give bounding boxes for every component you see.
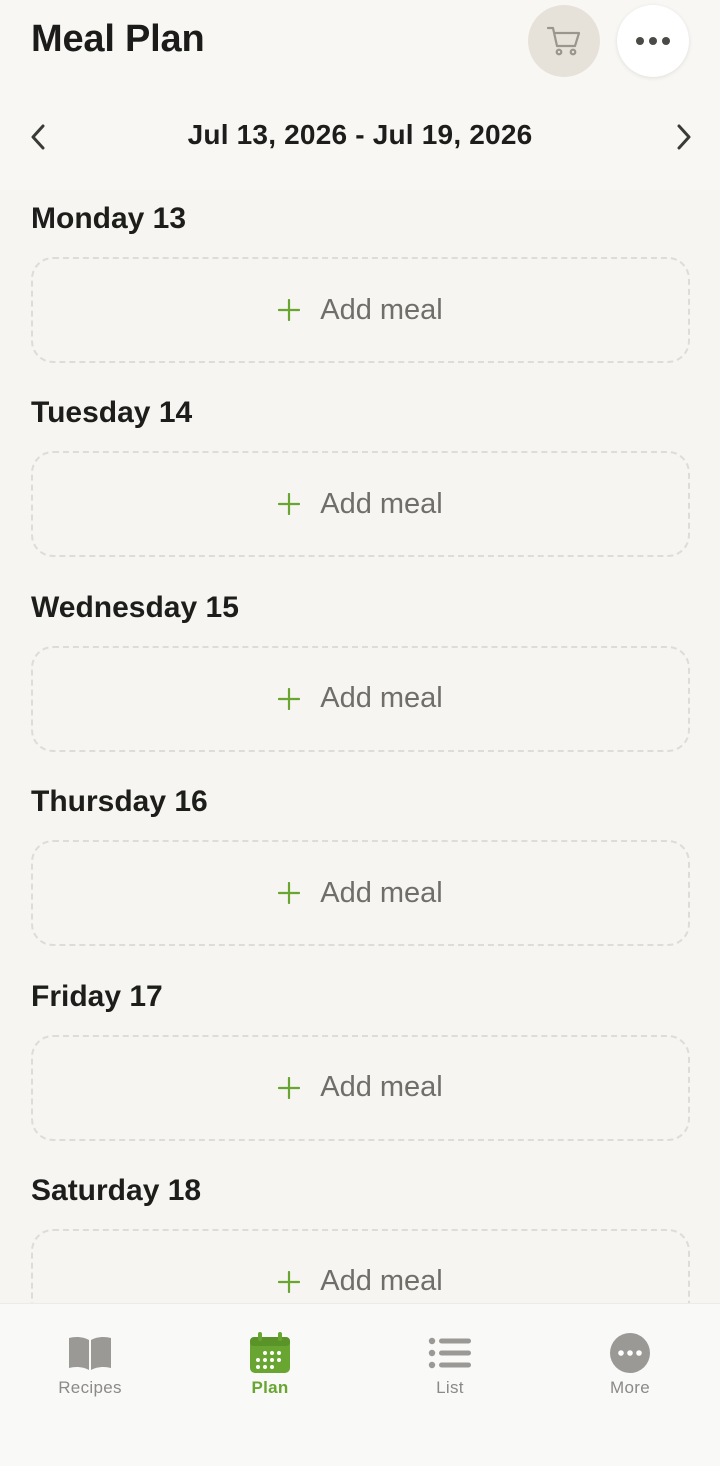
tab-list[interactable]: List (360, 1330, 540, 1398)
plus-icon (278, 687, 301, 710)
add-meal-label: Add meal (320, 293, 443, 326)
day-title: Monday 13 (31, 202, 187, 235)
meal-plan-screen: Meal Plan Jul 13, 2026 - Jul 19, 2026 Mo… (0, 0, 720, 1466)
add-meal-button[interactable]: Add meal (31, 840, 690, 947)
day-title: Friday 17 (31, 979, 163, 1013)
tab-plan[interactable]: Plan (180, 1330, 360, 1398)
week-navigator: Jul 13, 2026 - Jul 19, 2026 (0, 110, 720, 164)
tab-label: Plan (251, 1378, 289, 1397)
week-range-label: Jul 13, 2026 - Jul 19, 2026 (187, 119, 533, 150)
book-icon (69, 1336, 111, 1370)
add-meal-label: Add meal (320, 1265, 443, 1298)
chevron-right-icon (677, 124, 691, 150)
add-meal-button[interactable]: Add meal (31, 645, 690, 752)
add-meal-button[interactable]: Add meal (31, 257, 690, 363)
day-section: Wednesday 15 Add meal (0, 579, 720, 773)
add-meal-label: Add meal (320, 1071, 443, 1104)
plus-icon (278, 493, 301, 516)
add-meal-label: Add meal (320, 682, 443, 715)
plus-icon (278, 882, 301, 905)
page-title: Meal Plan (31, 18, 205, 60)
plus-icon (278, 1270, 301, 1293)
shopping-cart-button[interactable] (528, 5, 600, 77)
plus-icon (278, 1076, 301, 1099)
header: Meal Plan Jul 13, 2026 - Jul 19, 2026 (0, 0, 720, 190)
add-meal-button[interactable]: Add meal (31, 451, 690, 558)
tab-more[interactable]: More (540, 1330, 720, 1398)
tab-label: List (436, 1378, 464, 1397)
day-title: Saturday 18 (31, 1173, 202, 1207)
day-section: Monday 13 Add meal (0, 190, 720, 384)
tab-label: More (610, 1378, 650, 1397)
tab-recipes[interactable]: Recipes (0, 1330, 180, 1398)
day-section: Friday 17 Add meal (0, 968, 720, 1162)
next-week-button[interactable] (666, 120, 702, 154)
tab-label: Recipes (58, 1378, 122, 1397)
shopping-cart-icon (546, 26, 581, 56)
day-section: Tuesday 14 Add meal (0, 384, 720, 578)
calendar-icon (250, 1332, 290, 1373)
day-list: Monday 13 Add meal Tuesday 14 Add meal W… (0, 190, 720, 1356)
day-title: Tuesday 14 (31, 396, 193, 430)
add-meal-label: Add meal (320, 876, 443, 909)
ellipsis-icon (636, 37, 670, 45)
day-title: Wednesday 15 (31, 590, 239, 624)
day-section: Thursday 16 Add meal (0, 773, 720, 967)
day-title: Thursday 16 (31, 785, 208, 819)
add-meal-label: Add meal (320, 487, 443, 520)
list-icon (428, 1337, 471, 1369)
tab-bar: Recipes Plan List More (0, 1303, 720, 1466)
more-options-button[interactable] (617, 5, 689, 77)
add-meal-button[interactable]: Add meal (31, 1034, 690, 1141)
plus-icon (278, 299, 301, 321)
more-circle-icon (610, 1333, 650, 1373)
